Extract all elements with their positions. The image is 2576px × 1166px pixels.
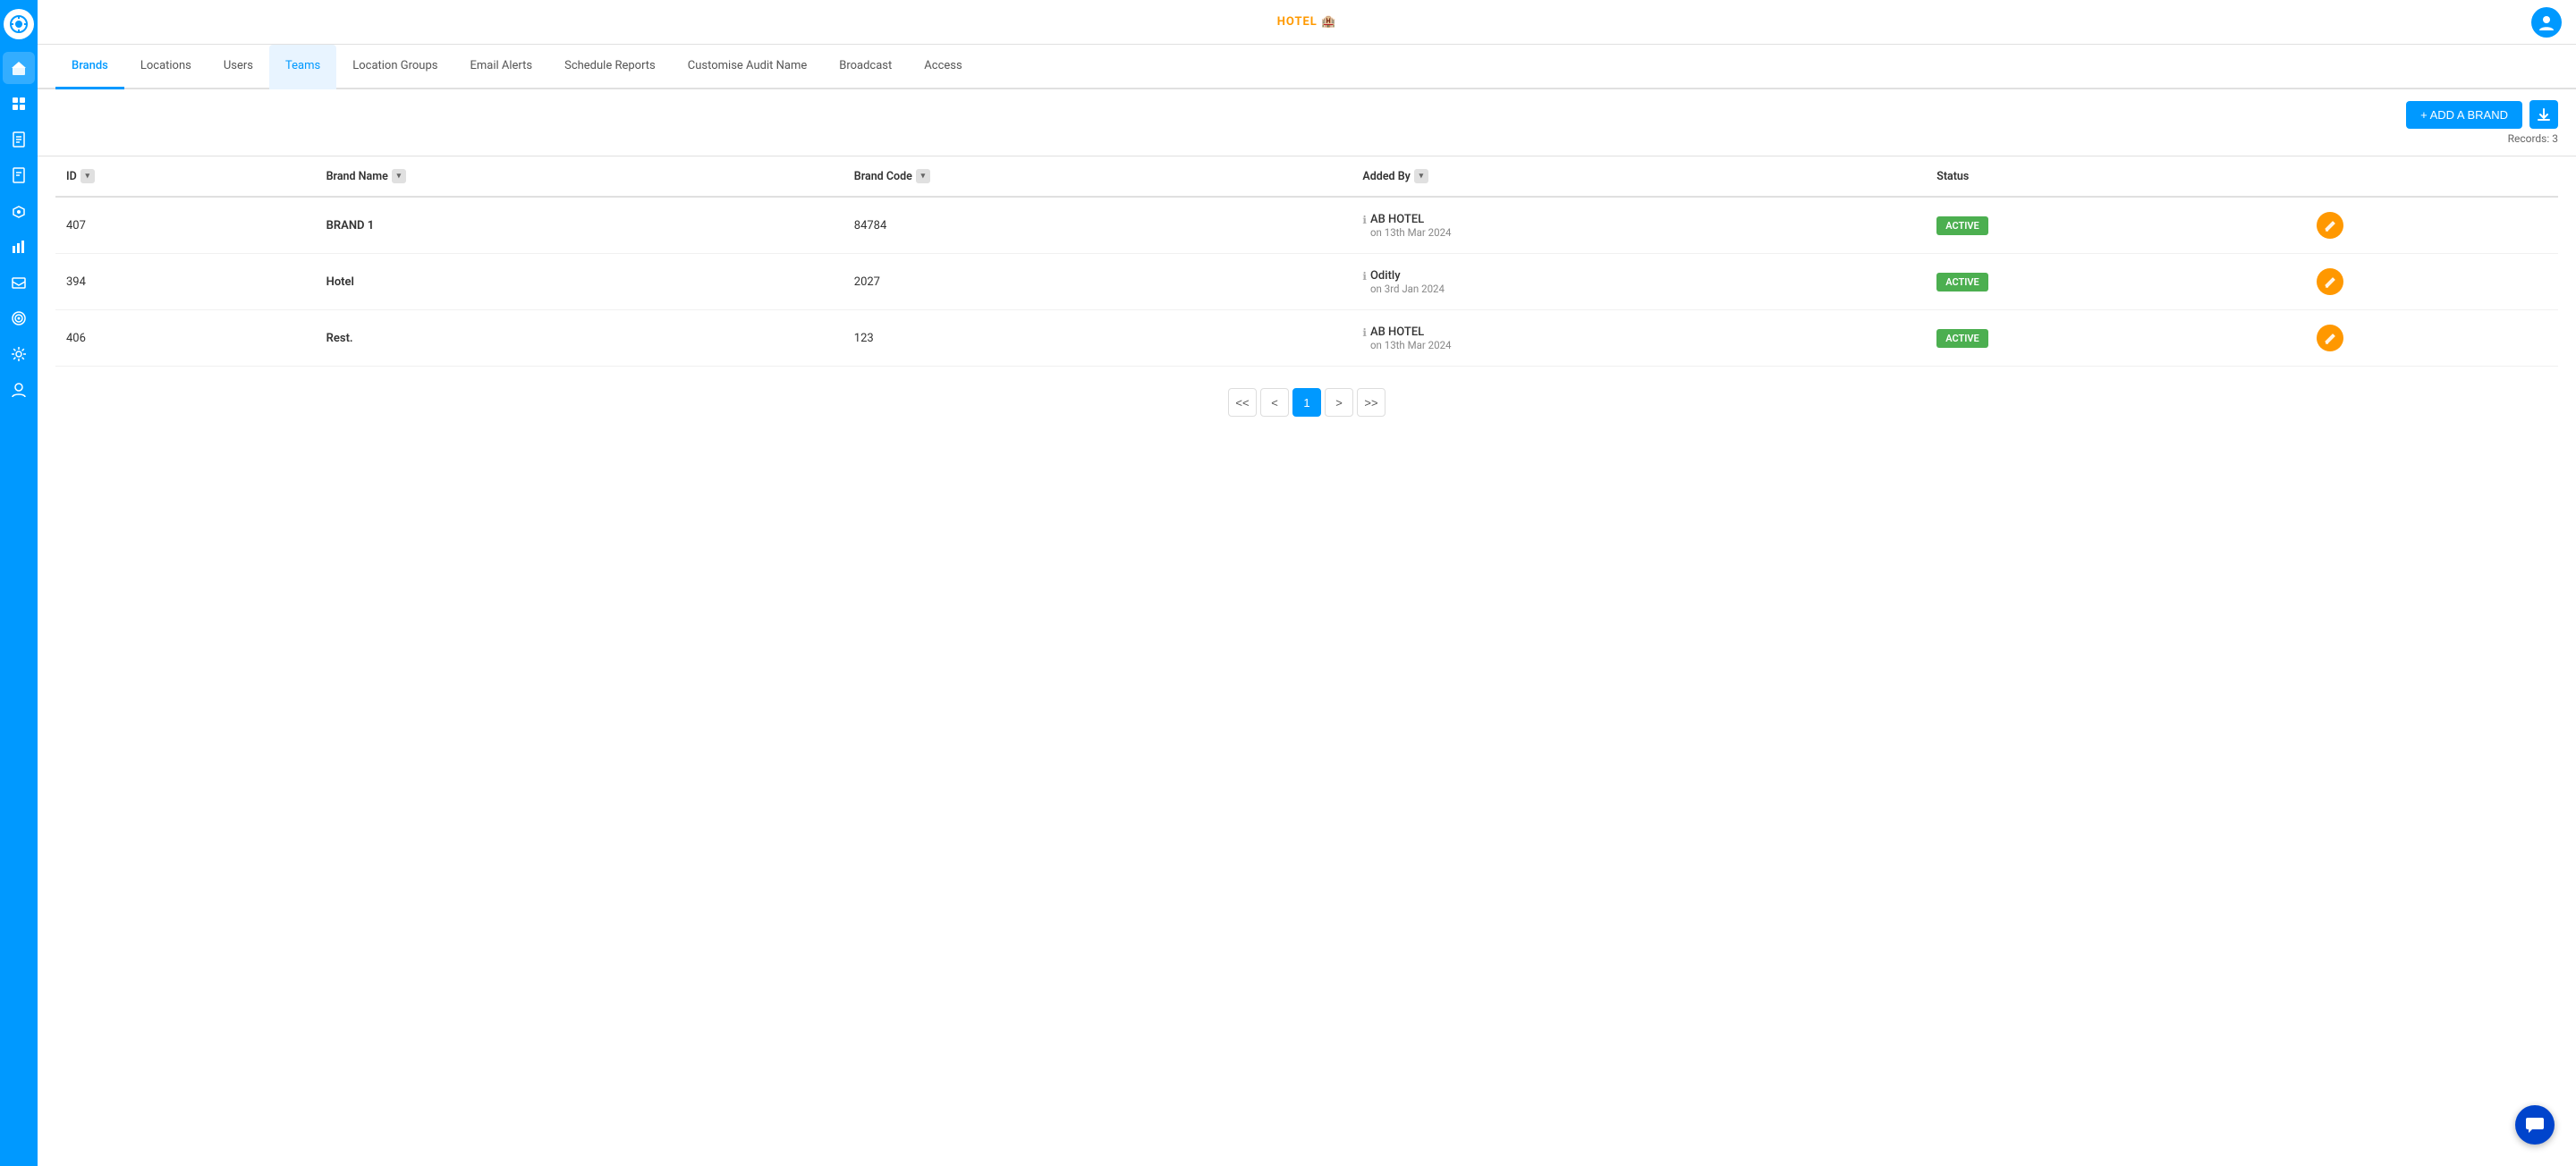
- sort-brand-name[interactable]: Brand Name ▾: [326, 169, 406, 183]
- status-badge-1: ACTIVE: [1936, 273, 1988, 292]
- col-header-actions: [2306, 156, 2558, 197]
- sort-icon-id: ▾: [80, 169, 95, 183]
- added-by-name-1: Oditly: [1370, 269, 1445, 283]
- content-header: + ADD A BRAND Records: 3: [38, 89, 2576, 156]
- cell-added-by-0: ℹ AB HOTEL on 13th Mar 2024: [1352, 197, 1926, 254]
- sidebar-item-broadcast[interactable]: [3, 195, 35, 227]
- tab-email-alerts[interactable]: Email Alerts: [453, 45, 548, 89]
- nav-tabs: Brands Locations Users Teams Location Gr…: [38, 45, 2576, 89]
- col-header-brand-code: Brand Code ▾: [843, 156, 1352, 197]
- page-first-button[interactable]: <<: [1228, 388, 1257, 417]
- cell-status-0: ACTIVE: [1926, 197, 2306, 254]
- main-content: HOTEL 🏨 Brands Locations Users Teams Loc…: [38, 0, 2576, 1166]
- sidebar-item-chart[interactable]: [3, 231, 35, 263]
- cell-brand-code-1: 2027: [843, 254, 1352, 310]
- tab-schedule-reports[interactable]: Schedule Reports: [548, 45, 672, 89]
- sidebar-item-user-profile[interactable]: [3, 374, 35, 406]
- content-area: ID ▾ Brand Name ▾ Brand Code ▾: [38, 156, 2576, 1166]
- cell-id-0: 407: [55, 197, 316, 254]
- edit-button-0[interactable]: [2317, 212, 2343, 239]
- cell-brand-name-1: Hotel: [316, 254, 843, 310]
- cell-id-1: 394: [55, 254, 316, 310]
- col-header-brand-name: Brand Name ▾: [316, 156, 843, 197]
- sidebar-item-settings[interactable]: [3, 338, 35, 370]
- cell-actions-0: [2306, 197, 2558, 254]
- user-avatar[interactable]: [2531, 7, 2562, 38]
- sidebar-item-document2[interactable]: [3, 159, 35, 191]
- tab-users[interactable]: Users: [208, 45, 269, 89]
- added-by-name-2: AB HOTEL: [1370, 325, 1452, 339]
- sidebar-item-inbox[interactable]: [3, 266, 35, 299]
- edit-button-2[interactable]: [2317, 325, 2343, 351]
- cell-brand-code-0: 84784: [843, 197, 1352, 254]
- tab-brands[interactable]: Brands: [55, 45, 124, 89]
- sort-icon-brand-code: ▾: [916, 169, 930, 183]
- table-row: 406 Rest. 123 ℹ AB HOTEL on 13th Mar 202…: [55, 310, 2558, 367]
- brands-table: ID ▾ Brand Name ▾ Brand Code ▾: [55, 156, 2558, 367]
- sidebar-item-document[interactable]: [3, 123, 35, 156]
- add-brand-button[interactable]: + ADD A BRAND: [2406, 101, 2522, 129]
- sidebar-item-home[interactable]: [3, 52, 35, 84]
- cell-status-1: ACTIVE: [1926, 254, 2306, 310]
- sidebar-item-grid[interactable]: [3, 88, 35, 120]
- status-badge-2: ACTIVE: [1936, 329, 1988, 348]
- cell-actions-1: [2306, 254, 2558, 310]
- sort-icon-brand-name: ▾: [392, 169, 406, 183]
- tab-locations[interactable]: Locations: [124, 45, 208, 89]
- pagination: << < 1 > >>: [55, 367, 2558, 438]
- info-icon-0: ℹ: [1362, 214, 1367, 226]
- added-by-date-1: on 3rd Jan 2024: [1370, 283, 1445, 295]
- cell-status-2: ACTIVE: [1926, 310, 2306, 367]
- tab-broadcast[interactable]: Broadcast: [823, 45, 908, 89]
- tab-customise-audit-name[interactable]: Customise Audit Name: [672, 45, 823, 89]
- table-header-row: ID ▾ Brand Name ▾ Brand Code ▾: [55, 156, 2558, 197]
- table-row: 407 BRAND 1 84784 ℹ AB HOTEL on 13th Mar…: [55, 197, 2558, 254]
- added-by-date-0: on 13th Mar 2024: [1370, 226, 1452, 239]
- added-by-date-2: on 13th Mar 2024: [1370, 339, 1452, 351]
- sidebar: [0, 0, 38, 1166]
- edit-button-1[interactable]: [2317, 268, 2343, 295]
- sidebar-item-target[interactable]: [3, 302, 35, 334]
- sort-added-by[interactable]: Added By ▾: [1362, 169, 1428, 183]
- page-prev-button[interactable]: <: [1260, 388, 1289, 417]
- cell-added-by-1: ℹ Oditly on 3rd Jan 2024: [1352, 254, 1926, 310]
- table-row: 394 Hotel 2027 ℹ Oditly on 3rd Jan 2024 …: [55, 254, 2558, 310]
- topbar: HOTEL 🏨: [38, 0, 2576, 45]
- page-last-button[interactable]: >>: [1357, 388, 1385, 417]
- info-icon-2: ℹ: [1362, 326, 1367, 339]
- header-buttons: + ADD A BRAND: [2406, 100, 2558, 129]
- cell-brand-name-0: BRAND 1: [316, 197, 843, 254]
- info-icon-1: ℹ: [1362, 270, 1367, 283]
- sort-icon-added-by: ▾: [1414, 169, 1428, 183]
- chat-button[interactable]: [2515, 1105, 2555, 1145]
- tab-location-groups[interactable]: Location Groups: [336, 45, 453, 89]
- page-next-button[interactable]: >: [1325, 388, 1353, 417]
- col-header-id: ID ▾: [55, 156, 316, 197]
- sidebar-logo[interactable]: [4, 9, 34, 39]
- header-right: + ADD A BRAND Records: 3: [2406, 100, 2558, 145]
- cell-brand-code-2: 123: [843, 310, 1352, 367]
- page-1-button[interactable]: 1: [1292, 388, 1321, 417]
- app-logo: HOTEL 🏨: [1277, 15, 1337, 29]
- tab-teams[interactable]: Teams: [269, 45, 336, 89]
- status-badge-0: ACTIVE: [1936, 216, 1988, 235]
- sort-id[interactable]: ID ▾: [66, 169, 95, 183]
- col-header-added-by: Added By ▾: [1352, 156, 1926, 197]
- col-header-status: Status: [1926, 156, 2306, 197]
- download-button[interactable]: [2529, 100, 2558, 129]
- cell-actions-2: [2306, 310, 2558, 367]
- cell-brand-name-2: Rest.: [316, 310, 843, 367]
- sort-brand-code[interactable]: Brand Code ▾: [854, 169, 930, 183]
- added-by-name-0: AB HOTEL: [1370, 213, 1452, 226]
- cell-id-2: 406: [55, 310, 316, 367]
- tab-access[interactable]: Access: [908, 45, 978, 89]
- records-count: Records: 3: [2508, 132, 2558, 145]
- cell-added-by-2: ℹ AB HOTEL on 13th Mar 2024: [1352, 310, 1926, 367]
